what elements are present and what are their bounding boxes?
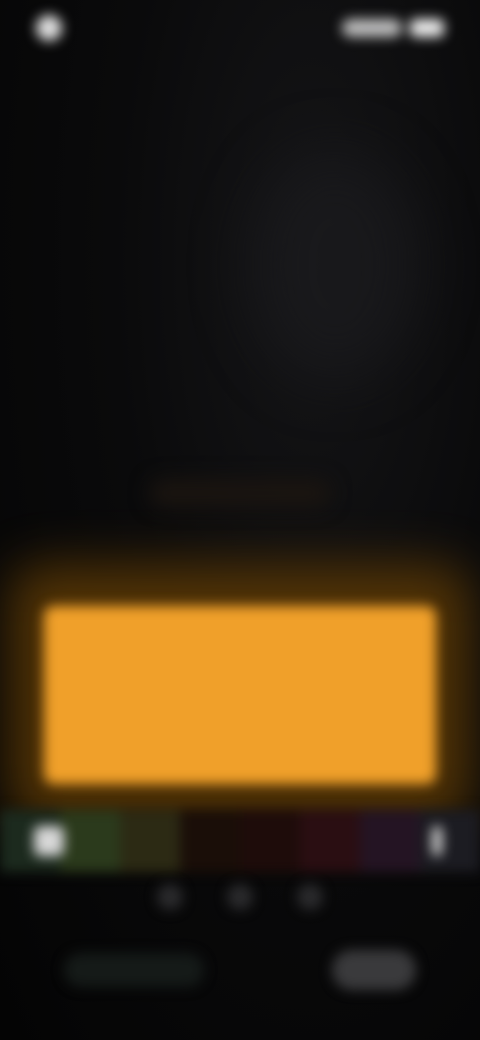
bottom-bar <box>0 940 480 1000</box>
battery-icon <box>410 19 444 37</box>
filter-swatch[interactable] <box>240 810 300 872</box>
filter-swatch[interactable] <box>120 810 180 872</box>
status-left <box>36 15 76 41</box>
tool-row <box>0 884 480 924</box>
status-right <box>342 19 444 37</box>
faint-caption <box>150 480 330 506</box>
filter-strip[interactable] <box>0 806 480 876</box>
filter-swatch[interactable] <box>360 810 420 872</box>
signal-icon <box>342 19 402 37</box>
background-photo <box>250 150 420 380</box>
filter-swatch[interactable] <box>60 810 120 872</box>
tool-icon[interactable] <box>157 884 183 910</box>
status-bar <box>0 0 480 56</box>
filter-swatch[interactable] <box>180 810 240 872</box>
notification-icon <box>36 15 62 41</box>
editor-screen <box>0 0 480 1040</box>
filter-right-handle[interactable] <box>432 826 442 856</box>
next-button[interactable] <box>332 950 416 990</box>
text-sticker-card[interactable] <box>44 606 436 784</box>
tool-icon[interactable] <box>227 884 253 910</box>
filter-swatch[interactable] <box>300 810 360 872</box>
filter-swatch[interactable] <box>420 810 480 872</box>
filter-left-icon[interactable] <box>34 826 64 856</box>
tool-icon[interactable] <box>297 884 323 910</box>
bottom-left-button[interactable] <box>64 953 204 987</box>
